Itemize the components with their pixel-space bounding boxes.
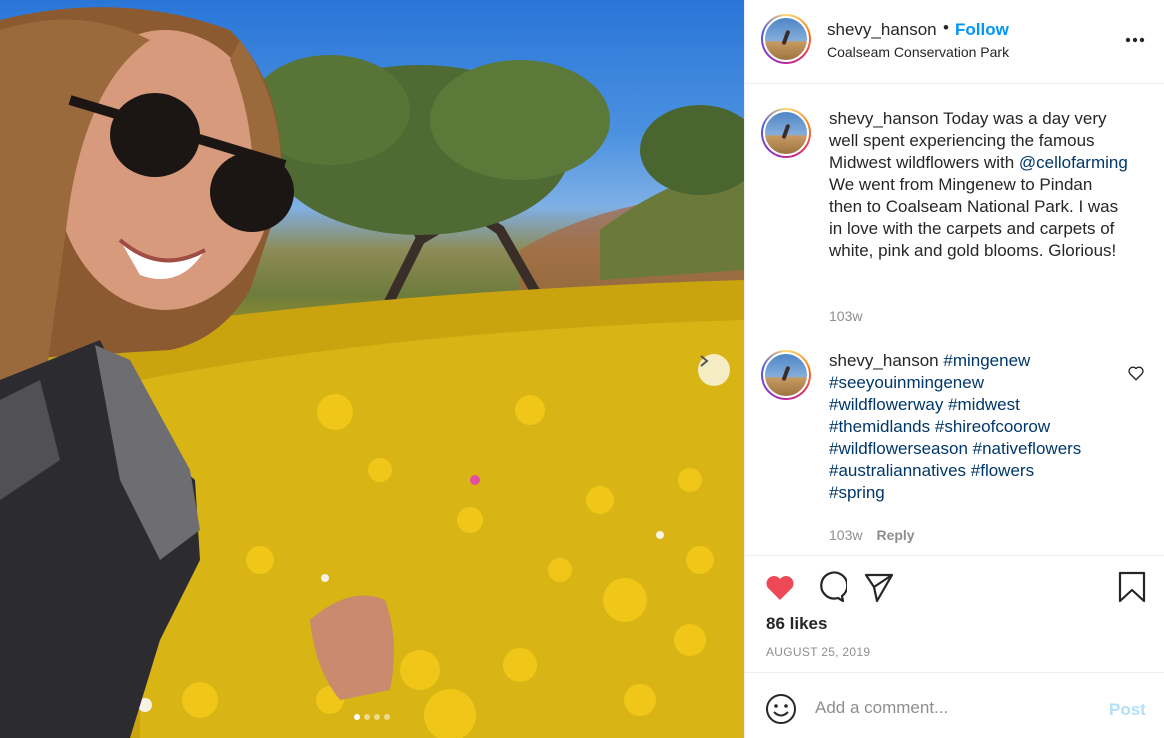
comment-input[interactable] [815,693,1095,723]
post-date[interactable]: AUGUST 25, 2019 [766,645,870,659]
post-header: shevy_hanson • Follow Coalseam Conservat… [745,0,1164,84]
carousel-dot [384,714,390,720]
add-comment-bar: Post [745,672,1164,738]
comment-username[interactable]: shevy_hanson [829,351,939,370]
avatar[interactable] [761,108,811,158]
location-link[interactable]: Coalseam Conservation Park [827,44,1009,60]
caption-text-part-2: We went from Mingenew to Pindan then to … [829,175,1119,260]
carousel-indicator [0,714,744,720]
wildflower-selfie-image [0,7,744,738]
next-slide-button[interactable] [698,354,730,386]
comment-text: shevy_hanson #mingenew #seeyouinmingenew… [829,350,1129,504]
comment-timestamp[interactable]: 103w [829,527,862,543]
reply-button[interactable]: Reply [876,527,914,543]
bookmark-icon[interactable] [1115,570,1149,604]
hashtag-link[interactable]: #themidlands [829,417,930,436]
more-options-icon[interactable] [1123,30,1147,50]
hashtag-link[interactable]: #spring [829,483,885,502]
post-comment-button[interactable]: Post [1109,700,1146,720]
hashtag-link[interactable]: #seeyouinmingenew [829,373,984,392]
mention-link[interactable]: @cellofarming [1019,153,1128,172]
likes-count[interactable]: 86 likes [766,614,827,634]
hashtag-link[interactable]: #australiannatives [829,461,966,480]
post-photo[interactable] [0,0,744,738]
hashtag-link[interactable]: #midwest [948,395,1020,414]
hashtag-link[interactable]: #wildflowerway [829,395,943,414]
hashtag-link[interactable]: #shireofcoorow [935,417,1050,436]
like-comment-heart-icon[interactable] [1127,364,1145,382]
avatar[interactable] [761,14,811,64]
chevron-right-icon [700,355,709,367]
post-side-panel: shevy_hanson • Follow Coalseam Conservat… [744,0,1164,738]
comment-icon[interactable] [813,570,847,604]
carousel-dot [364,714,370,720]
caption-text: shevy_hanson Today was a day very well s… [829,108,1129,262]
caption-meta: 103w [829,308,862,324]
username-link[interactable]: shevy_hanson [827,20,937,40]
carousel-dot [354,714,360,720]
hashtag-link[interactable]: #wildflowerseason [829,439,968,458]
separator-dot: • [943,18,949,37]
share-icon[interactable] [862,570,896,604]
hashtag-link[interactable]: #flowers [971,461,1034,480]
carousel-dot [374,714,380,720]
hashtag-link[interactable]: #mingenew [943,351,1030,370]
follow-button[interactable]: Follow [955,20,1009,40]
emoji-icon[interactable] [765,693,797,725]
post-actions: 86 likes AUGUST 25, 2019 [745,555,1164,672]
comment-meta: 103w Reply [829,527,915,543]
caption-username[interactable]: shevy_hanson [829,109,939,128]
avatar[interactable] [761,350,811,400]
caption-timestamp[interactable]: 103w [829,308,862,324]
hashtag-link[interactable]: #nativeflowers [973,439,1082,458]
heart-icon[interactable] [763,570,797,604]
